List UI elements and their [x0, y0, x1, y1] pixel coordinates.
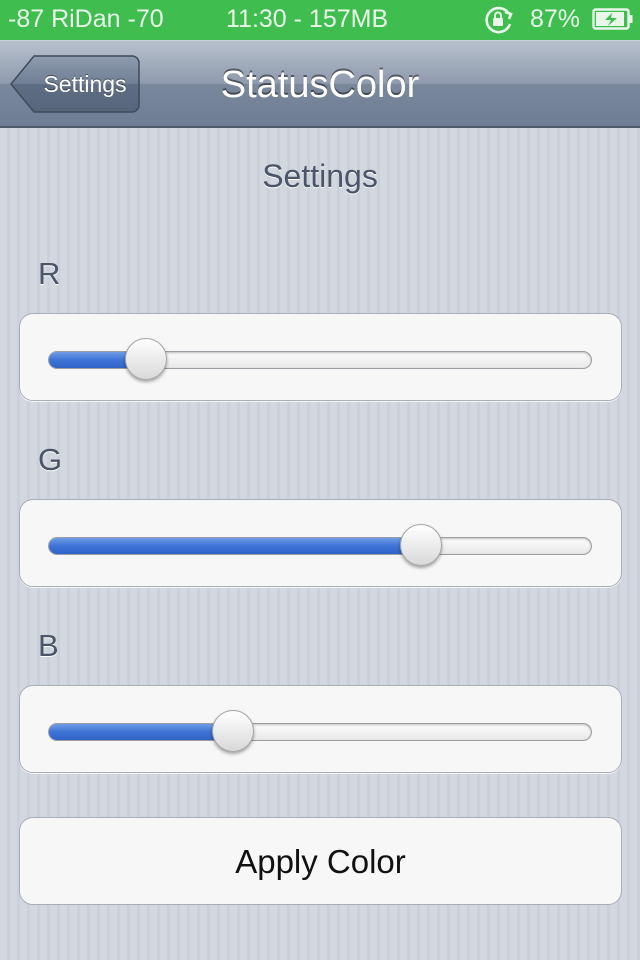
rotation-lock-icon [482, 6, 516, 34]
slider-thumb[interactable] [399, 524, 442, 566]
blue-slider[interactable] [48, 686, 592, 774]
status-time-memory: 11:30 - 157MB [226, 5, 389, 33]
status-bar: -87 RiDan -70 11:30 - 157MB 87% [0, 0, 640, 40]
battery-percent: 87% [530, 5, 581, 33]
green-slider-cell [19, 499, 622, 587]
red-slider-label: R [38, 256, 61, 291]
section-header: Settings [262, 158, 378, 194]
apply-color-button[interactable]: Apply Color [19, 817, 622, 905]
green-slider[interactable] [48, 500, 592, 588]
back-button[interactable]: Settings [10, 55, 140, 113]
slider-fill [49, 724, 234, 740]
red-slider-cell [19, 313, 622, 401]
slider-fill [49, 538, 421, 554]
back-button-label: Settings [43, 71, 127, 97]
signal-strength-text: -87 RiDan -70 [8, 5, 164, 33]
slider-track [48, 537, 592, 555]
red-slider[interactable] [48, 314, 592, 402]
slider-thumb[interactable] [124, 338, 167, 380]
blue-slider-cell [19, 685, 622, 773]
slider-thumb[interactable] [211, 710, 254, 752]
slider-track [48, 723, 592, 741]
blue-slider-label: B [38, 628, 59, 663]
navigation-bar: Settings StatusColor [0, 40, 640, 128]
battery-charging-icon [592, 8, 634, 30]
green-slider-label: G [38, 442, 63, 477]
